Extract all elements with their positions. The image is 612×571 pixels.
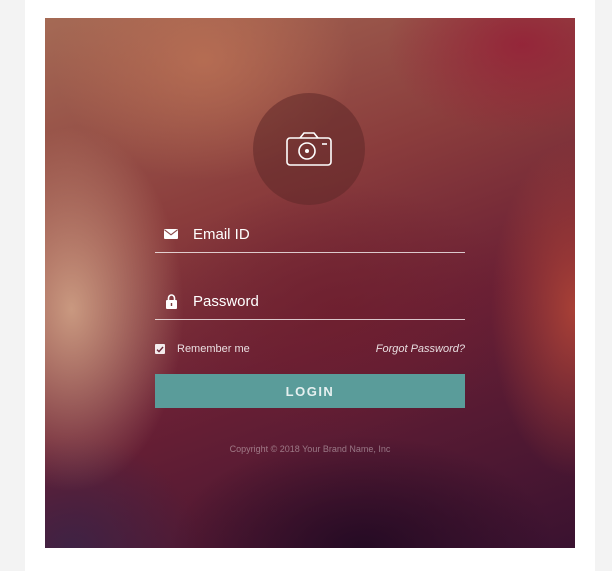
checkmark-icon <box>156 346 164 353</box>
camera-icon <box>286 132 332 166</box>
lock-icon <box>162 292 180 310</box>
avatar[interactable] <box>253 93 365 205</box>
email-input[interactable] <box>193 219 465 249</box>
password-field[interactable] <box>155 283 465 320</box>
password-input[interactable] <box>193 286 465 316</box>
remember-label: Remember me <box>177 343 250 355</box>
login-card: Remember me Forgot Password? LOGIN Copyr… <box>45 18 575 548</box>
remember-checkbox[interactable] <box>155 344 165 354</box>
copyright-text: Copyright © 2018 Your Brand Name, Inc <box>229 444 391 454</box>
forgot-password-link[interactable]: Forgot Password? <box>376 343 465 355</box>
remember-me[interactable]: Remember me <box>155 343 250 355</box>
login-button[interactable]: LOGIN <box>155 374 465 408</box>
envelope-icon <box>162 225 180 243</box>
email-field[interactable] <box>155 216 465 253</box>
